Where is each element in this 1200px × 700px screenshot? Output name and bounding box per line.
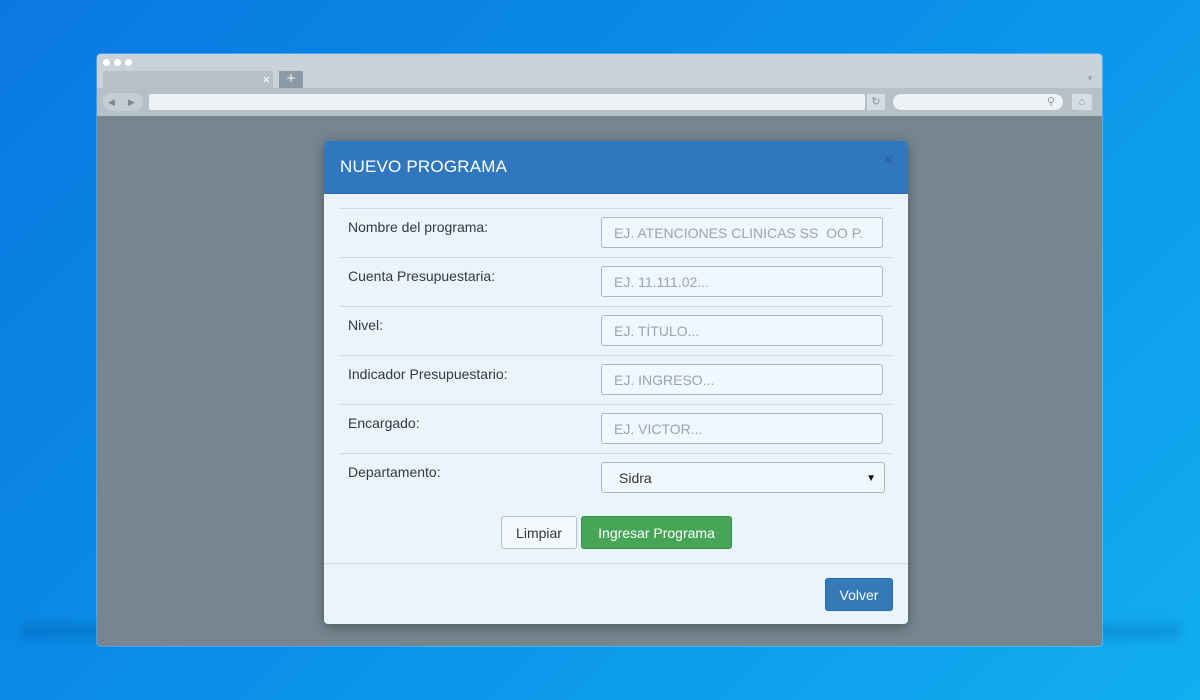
- manager-input[interactable]: [601, 413, 883, 444]
- budget-account-input[interactable]: [601, 266, 883, 297]
- browser-titlebar: × + ▼: [97, 54, 1102, 88]
- submit-program-button[interactable]: Ingresar Programa: [581, 516, 732, 549]
- budget-account-label: Cuenta Presupuestaria:: [348, 268, 496, 284]
- reload-icon[interactable]: ↻: [867, 94, 885, 110]
- address-bar[interactable]: [149, 94, 865, 110]
- department-selected-value: Sidra: [619, 470, 652, 486]
- form-row-budget-indicator: Indicador Presupuestario:: [340, 355, 892, 404]
- budget-indicator-input[interactable]: [601, 364, 883, 395]
- forward-arrow-icon[interactable]: ▶: [128, 93, 135, 111]
- form-row-department: Departamento: Sidra ▼: [340, 453, 892, 502]
- form-row-program-name: Nombre del programa:: [340, 208, 892, 257]
- page-viewport: NUEVO PROGRAMA × Nombre del programa: Cu…: [97, 116, 1102, 646]
- back-button[interactable]: Volver: [825, 578, 893, 611]
- level-label: Nivel:: [348, 317, 384, 333]
- program-name-label: Nombre del programa:: [348, 219, 489, 235]
- nav-buttons: ◀ ▶: [103, 93, 143, 111]
- browser-tab[interactable]: ×: [103, 71, 273, 88]
- manager-label: Encargado:: [348, 415, 420, 431]
- level-input[interactable]: [601, 315, 883, 346]
- budget-indicator-label: Indicador Presupuestario:: [348, 366, 508, 382]
- new-program-dialog: NUEVO PROGRAMA × Nombre del programa: Cu…: [324, 141, 908, 624]
- program-name-input[interactable]: [601, 217, 883, 248]
- browser-window: × + ▼ ◀ ▶ ↻ ⚲ ⌂ NUEVO PROGRAMA × Nombre …: [97, 54, 1102, 646]
- browser-toolbar: ◀ ▶ ↻ ⚲ ⌂: [97, 88, 1102, 116]
- department-label: Departamento:: [348, 464, 441, 480]
- browser-search-input[interactable]: ⚲: [893, 94, 1063, 110]
- dialog-title: NUEVO PROGRAMA: [340, 157, 508, 176]
- window-minimize-dot[interactable]: [114, 59, 121, 66]
- search-icon[interactable]: ⚲: [1047, 94, 1055, 110]
- window-maximize-dot[interactable]: [125, 59, 132, 66]
- window-close-dot[interactable]: [103, 59, 110, 66]
- caret-down-icon: ▼: [866, 473, 876, 484]
- dialog-header: NUEVO PROGRAMA ×: [324, 141, 908, 194]
- new-tab-button[interactable]: +: [279, 71, 303, 88]
- form-row-budget-account: Cuenta Presupuestaria:: [340, 257, 892, 306]
- window-controls: [103, 59, 132, 66]
- chevron-down-icon[interactable]: ▼: [1086, 74, 1094, 83]
- clear-button[interactable]: Limpiar: [501, 516, 577, 549]
- tab-close-icon[interactable]: ×: [262, 71, 270, 88]
- form-actions: Limpiar Ingresar Programa: [501, 516, 741, 550]
- program-form: Nombre del programa: Cuenta Presupuestar…: [340, 208, 892, 502]
- form-row-level: Nivel:: [340, 306, 892, 355]
- department-select[interactable]: Sidra ▼: [601, 462, 885, 493]
- back-arrow-icon[interactable]: ◀: [108, 93, 115, 111]
- close-icon[interactable]: ×: [884, 152, 893, 170]
- home-icon[interactable]: ⌂: [1072, 94, 1092, 110]
- form-row-manager: Encargado:: [340, 404, 892, 453]
- dialog-footer: Volver: [324, 563, 908, 624]
